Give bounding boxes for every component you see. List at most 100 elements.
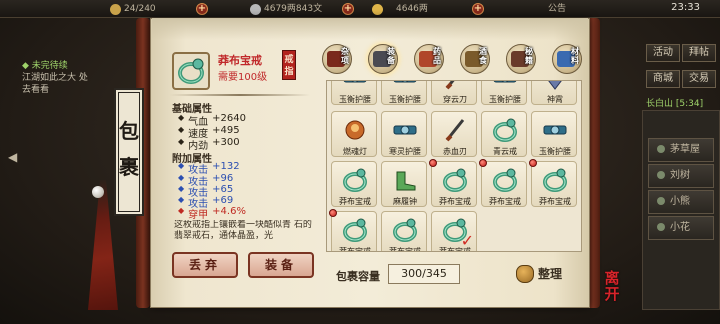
inventory-slot[interactable]: 莽布宝戒 (479, 159, 527, 207)
npc-list-item[interactable]: 小花 (648, 216, 714, 240)
ring-icon (543, 168, 567, 192)
silver-value: 4679两843文 (264, 4, 323, 14)
location-name: 长白山 (646, 99, 674, 109)
quest-tracker[interactable]: ◆ 未完待续 江湖如此之大 处去看看 (22, 60, 92, 96)
tab-medicine[interactable]: 药品 (414, 44, 444, 74)
inventory-slot[interactable]: 赤血刃 (431, 111, 477, 157)
inventory-slot[interactable]: 莽布宝戒 (329, 209, 377, 252)
sort-label: 整理 (538, 267, 563, 281)
tab-label: 装备 (387, 47, 395, 65)
top-status-bar: 24/240 + 4679两843文 + 4646两 + 公告 23:33 (0, 0, 720, 18)
shop-button[interactable]: 商城 (646, 70, 680, 88)
belt-icon (543, 125, 567, 135)
slot-label: 青云戒 (493, 147, 517, 156)
inventory-slot[interactable]: 莽布宝戒 (331, 161, 377, 207)
inventory-slot[interactable]: 寒灵护腰 (381, 111, 427, 157)
ring-icon (393, 218, 417, 242)
stat-value: +300 (212, 137, 240, 148)
npc-list-item[interactable]: 茅草屋 (648, 138, 714, 162)
clock: 23:33 (671, 2, 700, 13)
blade-icon (445, 81, 455, 90)
diamond-icon: ◆ (178, 206, 185, 215)
item-type-badge: 戒指 (282, 50, 296, 80)
inventory-slot[interactable]: 玉衡护腰 (531, 111, 577, 157)
inventory-slot[interactable]: 莽布宝戒 (529, 159, 577, 207)
slot-label: 莽布宝戒 (489, 197, 521, 206)
equip-button[interactable]: 装备 (248, 252, 314, 278)
inventory-slot[interactable]: 燃魂灯 (331, 111, 377, 157)
ring-icon (178, 58, 204, 84)
slot-label: 麻履钟 (393, 197, 417, 206)
add-stamina-button[interactable]: + (196, 3, 208, 15)
close-seal[interactable]: 离开 (598, 270, 626, 310)
capacity-value: 300/345 (388, 264, 460, 284)
add-gold-button[interactable]: + (472, 3, 484, 15)
silver-icon (250, 3, 261, 15)
new-badge-icon (529, 159, 537, 167)
npc-name: 茅草屋 (670, 144, 700, 155)
gem-icon (548, 81, 562, 90)
gold-value: 4646两 (396, 4, 428, 14)
inventory-slot[interactable]: 玉衡护腰 (381, 81, 427, 105)
stamina-value: 24/240 (124, 4, 156, 14)
inventory-slot[interactable]: 神霄 (531, 81, 577, 105)
tab-material[interactable]: 材料 (552, 44, 582, 74)
inventory-slot[interactable]: 玉衡护腰 (331, 81, 377, 105)
game-screen: 24/240 + 4679两843文 + 4646两 + 公告 23:33 ◆ … (0, 0, 720, 324)
quest-desc: 江湖如此之大 处去看看 (22, 73, 88, 95)
ring-icon (493, 118, 517, 142)
tab-manual[interactable]: 秘籍 (506, 44, 536, 74)
inventory-slot[interactable]: 青云戒 (481, 111, 527, 157)
extra-stat-row: ◆ 穿甲 +4.6% (178, 206, 246, 221)
inventory-slot[interactable]: 玉衡护腰 (481, 81, 527, 105)
inventory-slot[interactable]: 麻履钟 (381, 161, 427, 207)
tab-equipment[interactable]: 装备 (368, 44, 398, 74)
tab-label: 材料 (571, 47, 579, 65)
collapse-arrow-icon[interactable]: ◀ (8, 150, 18, 168)
divider (170, 94, 310, 96)
tab-food[interactable]: 酒食 (460, 44, 490, 74)
slot-label: 莽布宝戒 (539, 197, 571, 206)
npc-name: 小花 (670, 222, 690, 233)
notice-label: 公告 (548, 4, 567, 14)
notice-button[interactable]: 公告 (548, 2, 566, 16)
npc-icon (657, 223, 665, 231)
stat-label: 穿甲 (188, 210, 209, 221)
new-badge-icon (329, 209, 337, 217)
tab-misc[interactable]: 杂项 (322, 44, 352, 74)
greeting-button[interactable]: 拜帖 (682, 44, 716, 62)
tab-label: 酒食 (479, 47, 487, 65)
activity-button[interactable]: 活动 (646, 44, 680, 62)
slot-label: 莽布宝戒 (439, 247, 471, 252)
slot-label: 莽布宝戒 (339, 247, 371, 252)
inventory-slot[interactable]: 莽布宝戒 (429, 159, 477, 207)
item-description: 这枚戒指上镶嵌着一块酷似青 石的翡翠戒石，通体晶盈，光 (174, 220, 312, 241)
slot-label: 玉衡护腰 (339, 95, 371, 104)
slot-label: 神霄 (547, 95, 563, 104)
new-badge-icon (479, 159, 487, 167)
gold-icon (372, 3, 383, 15)
stamina-icon (110, 3, 121, 15)
inventory-grid[interactable]: 玉衡护腰 玉衡护腰 穿云刀 玉衡护腰 神霄 燃魂灯 寒灵护腰 赤血刃 青云戒 玉衡护腰 莽布宝戒 麻履… (326, 80, 582, 252)
trade-button[interactable]: 交易 (682, 70, 716, 88)
item-name: 莽布宝戒 (218, 54, 262, 67)
npc-list-item[interactable]: 小熊 (648, 190, 714, 214)
npc-name: 刘树 (670, 170, 690, 181)
inventory-slot[interactable]: 莽布宝戒 (381, 211, 427, 251)
ring-icon (443, 168, 467, 192)
shoe-icon (396, 171, 416, 191)
tab-label: 杂项 (341, 47, 349, 65)
add-silver-button[interactable]: + (342, 3, 354, 15)
capacity-label: 包裹容量 (336, 270, 380, 283)
npc-list-item[interactable]: 刘树 (648, 164, 714, 188)
inventory-slot[interactable]: 穿云刀 (431, 81, 477, 105)
stat-value: +4.6% (212, 206, 246, 217)
belt-icon (393, 125, 417, 135)
scroll-top-edge (152, 18, 588, 40)
sort-button[interactable]: 整理 (516, 262, 576, 286)
slot-label: 玉衡护腰 (389, 95, 421, 104)
belt-icon (393, 81, 417, 83)
bag-icon (516, 265, 534, 283)
discard-button[interactable]: 丢弃 (172, 252, 238, 278)
inventory-slot[interactable]: ✓ 莽布宝戒 (431, 211, 477, 252)
